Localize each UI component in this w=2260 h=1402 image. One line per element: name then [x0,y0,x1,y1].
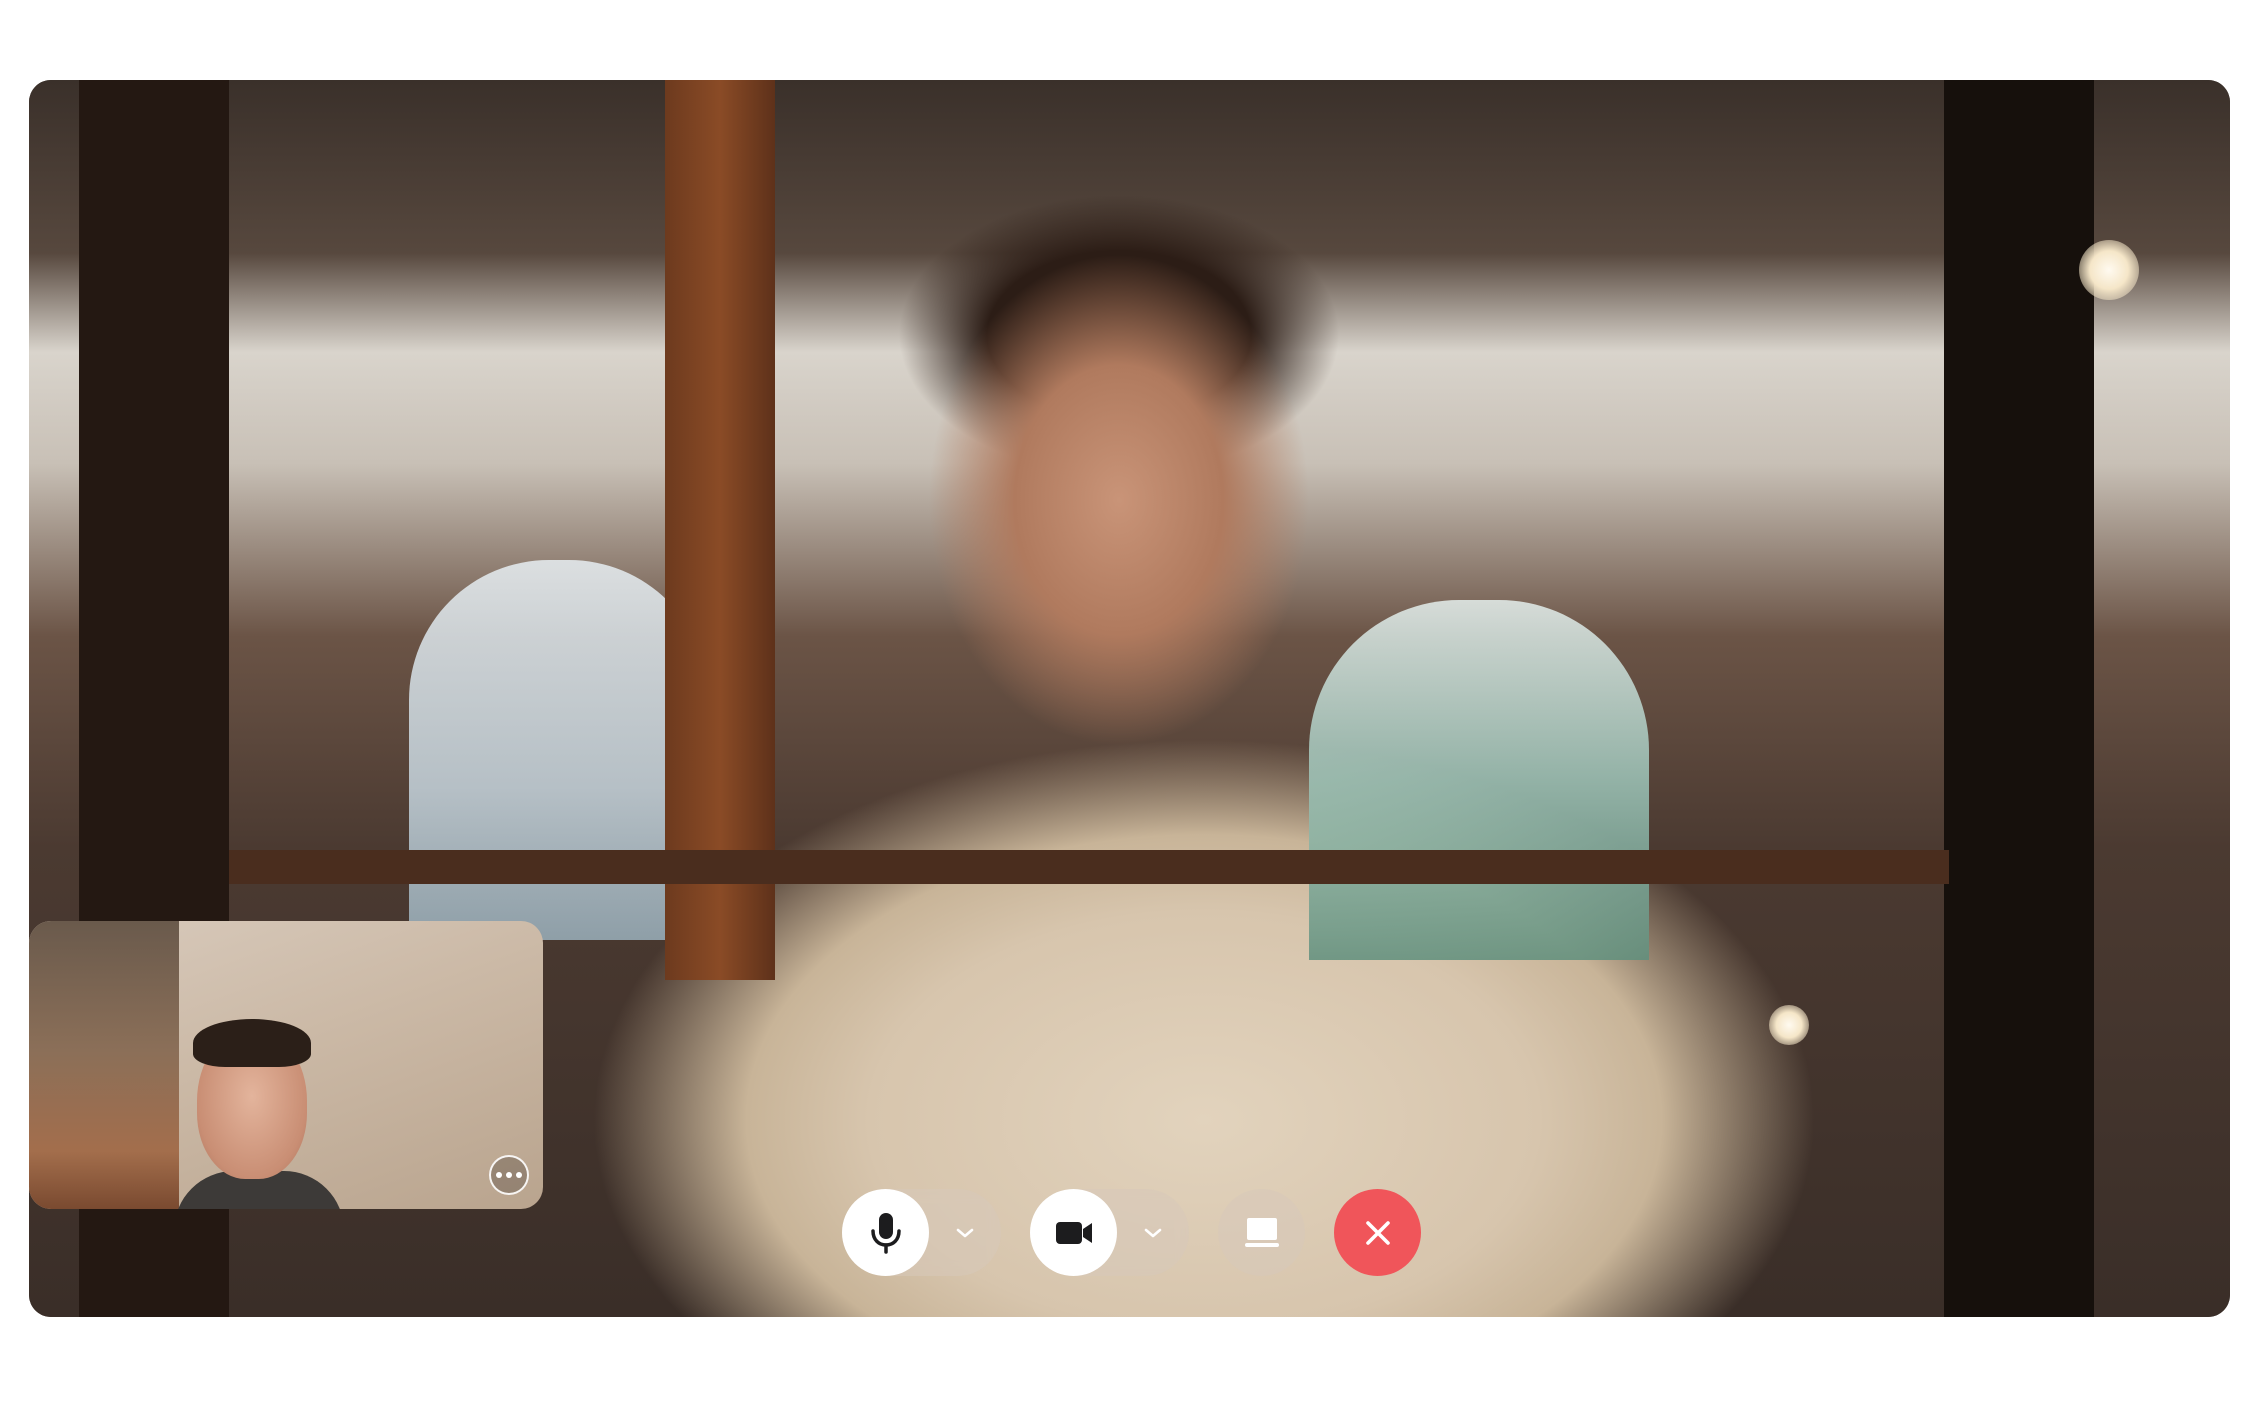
more-horizontal-icon [496,1172,502,1178]
microphone-control [842,1189,1001,1276]
video-camera-icon [1055,1221,1092,1244]
microphone-icon [870,1212,901,1254]
share-screen-button[interactable] [1218,1189,1305,1276]
background-window [1309,600,1649,960]
screen-share-icon [1244,1217,1279,1247]
background-pillar [1944,80,2094,1317]
more-horizontal-icon-dot [506,1172,512,1178]
chevron-down-icon [1144,1228,1162,1237]
mute-button[interactable] [842,1189,929,1276]
chevron-down-icon [956,1228,974,1237]
self-view-more-button[interactable] [489,1155,529,1195]
call-controls [842,1189,1421,1276]
close-icon [1365,1220,1390,1245]
self-view-person [193,1019,311,1067]
self-view-video[interactable] [29,921,543,1209]
camera-options-button[interactable] [1117,1189,1189,1276]
end-call-button[interactable] [1334,1189,1421,1276]
self-view-background [29,921,179,1209]
more-horizontal-icon-dot [516,1172,522,1178]
camera-toggle-button[interactable] [1030,1189,1117,1276]
background-post [665,80,775,980]
background-light [1769,1005,1809,1045]
background-light [2079,240,2139,300]
camera-control [1030,1189,1189,1276]
background-rail [229,850,1949,884]
microphone-options-button[interactable] [929,1189,1001,1276]
